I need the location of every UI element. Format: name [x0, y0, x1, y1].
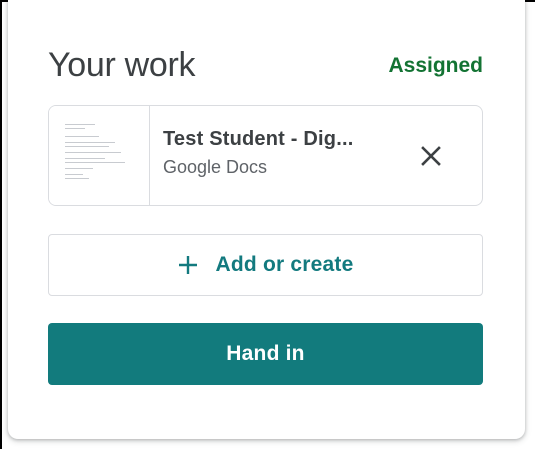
attachment-info: Test Student - Dig... Google Docs: [163, 128, 393, 178]
close-icon: [421, 146, 441, 166]
remove-attachment-button[interactable]: [411, 136, 451, 176]
card-title: Your work: [48, 46, 196, 84]
document-thumbnail-icon: [49, 106, 150, 205]
status-label: Assigned: [388, 54, 483, 77]
attachment-type: Google Docs: [163, 157, 268, 177]
attachment-title[interactable]: Test Student - Dig...: [163, 128, 393, 151]
hand-in-label: Hand in: [226, 342, 305, 365]
screenshot-border-left: [0, 0, 2, 449]
hand-in-button[interactable]: Hand in: [48, 323, 483, 385]
add-or-create-content: Add or create: [49, 235, 482, 295]
card-header: Your work Assigned: [48, 42, 483, 92]
attachment-card[interactable]: Test Student - Dig... Google Docs: [48, 105, 483, 206]
your-work-card: Your work Assigned Test Student - Dig...…: [8, 0, 525, 439]
plus-icon: [178, 256, 197, 274]
add-or-create-button[interactable]: Add or create: [48, 234, 483, 296]
add-or-create-label: Add or create: [215, 253, 354, 276]
